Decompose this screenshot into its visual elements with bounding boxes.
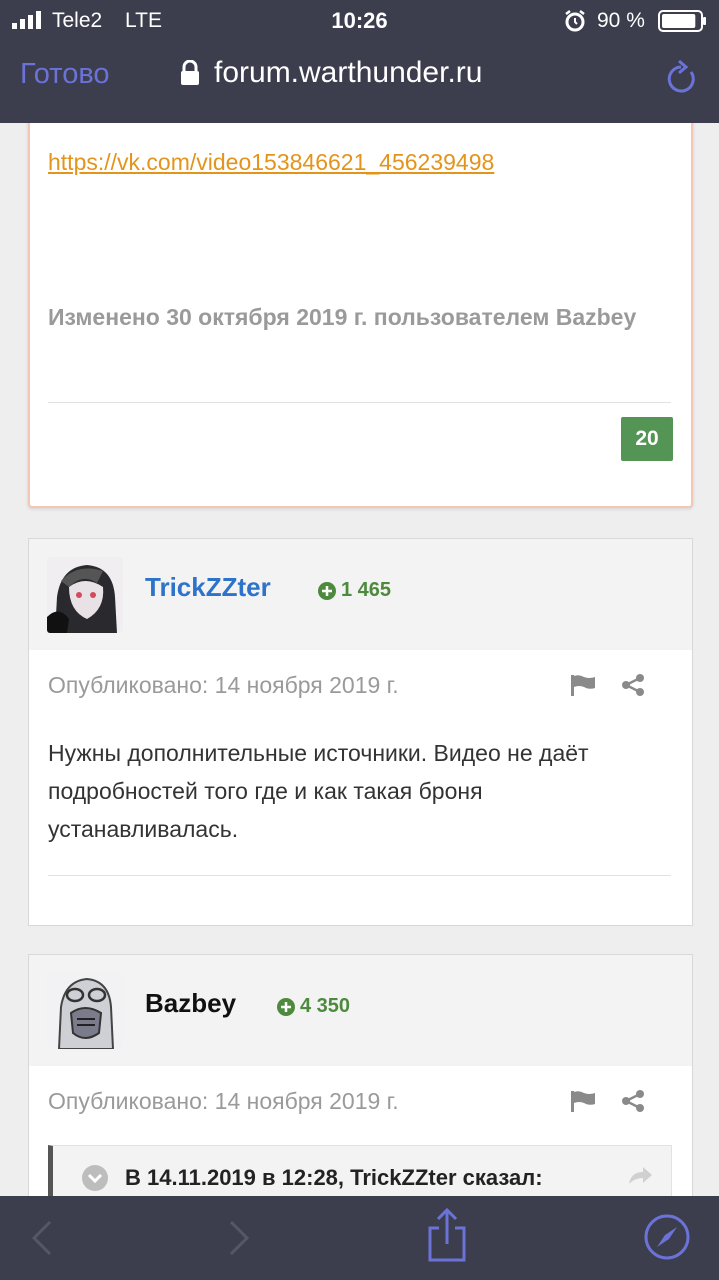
- post-header: TrickZZter 1 465: [29, 539, 692, 650]
- reload-icon[interactable]: [664, 58, 698, 96]
- quote-header-text: В 14.11.2019 в 12:28, TrickZZter сказал:: [125, 1165, 543, 1190]
- author-name[interactable]: Bazbey: [145, 988, 236, 1019]
- status-bar: Tele2 LTE 10:26 90 %: [0, 0, 719, 40]
- done-button[interactable]: Готово: [20, 58, 110, 91]
- share-up-icon[interactable]: [426, 1208, 468, 1262]
- quote-block: В 14.11.2019 в 12:28, TrickZZter сказал:: [48, 1145, 672, 1196]
- avatar[interactable]: [47, 973, 123, 1049]
- compass-icon[interactable]: [644, 1214, 690, 1260]
- avatar[interactable]: [47, 557, 123, 633]
- flag-icon[interactable]: [570, 674, 596, 696]
- edited-note: Изменено 30 октября 2019 г. пользователе…: [48, 304, 637, 330]
- reputation-count: 1 465: [318, 579, 391, 602]
- first-post-card: https://vk.com/video153846621_456239498 …: [28, 123, 693, 508]
- forward-icon[interactable]: [227, 1218, 251, 1258]
- address-bar-row: Готово forum.warthunder.ru: [0, 52, 719, 102]
- post-body: Нужны дополнительные источники. Видео не…: [48, 740, 589, 842]
- address-bar[interactable]: forum.warthunder.ru: [180, 56, 482, 90]
- flag-icon[interactable]: [570, 1090, 596, 1112]
- plus-circle-icon: [277, 997, 295, 1016]
- battery-percent: 90 %: [597, 9, 645, 32]
- chevron-down-icon[interactable]: [81, 1164, 109, 1192]
- reputation-count: 4 350: [277, 995, 350, 1018]
- divider: [48, 875, 671, 876]
- reply-arrow-icon[interactable]: [627, 1166, 653, 1186]
- reputation-badge[interactable]: 20: [621, 417, 673, 461]
- alarm-icon: [565, 10, 585, 32]
- quote-header[interactable]: В 14.11.2019 в 12:28, TrickZZter сказал:: [81, 1164, 543, 1192]
- divider: [48, 402, 671, 403]
- reputation-value: 1 465: [341, 579, 392, 601]
- plus-circle-icon: [318, 581, 336, 600]
- lock-icon: [181, 60, 199, 85]
- author-name[interactable]: TrickZZter: [145, 572, 271, 603]
- page-content[interactable]: https://vk.com/video153846621_456239498 …: [0, 123, 719, 1196]
- post-bazbey: Bazbey 4 350 Опубликовано: 14 ноября 201…: [28, 954, 693, 1196]
- post-trickzzter: TrickZZter 1 465 Опубликовано: 14 ноября…: [28, 538, 693, 926]
- post-header: Bazbey 4 350: [29, 955, 692, 1066]
- post-date: Опубликовано: 14 ноября 2019 г.: [48, 1088, 399, 1114]
- share-icon[interactable]: [621, 1089, 645, 1113]
- url-text: forum.warthunder.ru: [214, 56, 483, 89]
- vk-video-link[interactable]: https://vk.com/video153846621_456239498: [48, 149, 494, 176]
- reputation-value: 4 350: [300, 995, 351, 1017]
- back-icon[interactable]: [30, 1218, 54, 1258]
- browser-top-bar: Tele2 LTE 10:26 90 % Готово forum.warthu…: [0, 0, 719, 123]
- post-date: Опубликовано: 14 ноября 2019 г.: [48, 672, 399, 698]
- share-icon[interactable]: [621, 673, 645, 697]
- battery-icon: [658, 10, 706, 32]
- browser-bottom-bar: [0, 1196, 719, 1280]
